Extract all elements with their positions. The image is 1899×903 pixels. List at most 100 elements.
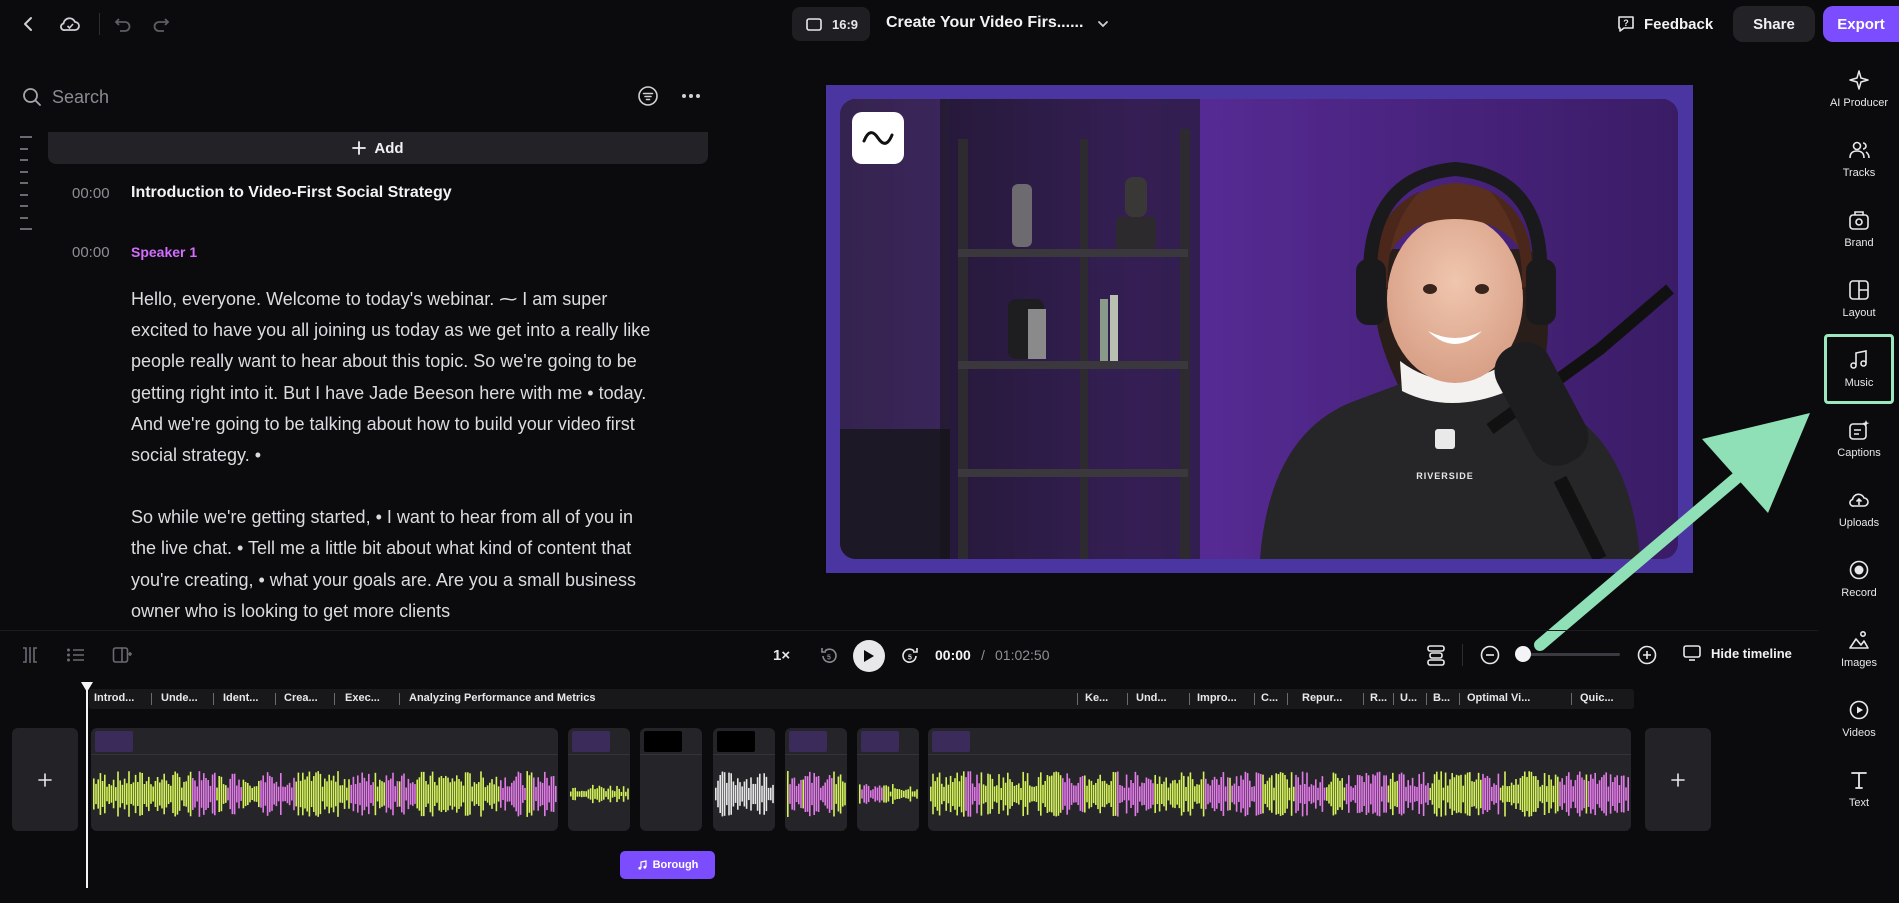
add-chapter-button[interactable]: Add: [48, 132, 708, 164]
aspect-ratio-button[interactable]: 16:9: [792, 7, 870, 41]
zoom-slider-handle[interactable]: [1515, 646, 1531, 662]
image-icon: [1849, 630, 1869, 649]
search-input[interactable]: [52, 86, 612, 108]
music-note-icon: [637, 859, 647, 870]
hide-timeline-label: Hide timeline: [1711, 645, 1792, 661]
clip-thumbnail: [717, 731, 755, 752]
transcript-paragraph[interactable]: So while we're getting started, • I want…: [131, 502, 651, 627]
undo-icon[interactable]: [107, 8, 139, 40]
playhead-handle-icon[interactable]: [81, 682, 93, 692]
chevron-down-icon[interactable]: [1093, 14, 1113, 34]
chapter-marker[interactable]: Optimal Vi...: [1467, 692, 1530, 704]
chapter-marker[interactable]: Exec...: [345, 692, 380, 704]
export-button[interactable]: Export: [1823, 6, 1899, 42]
speaker-timestamp[interactable]: 00:00: [72, 244, 110, 261]
rail-item-record[interactable]: Record: [1826, 548, 1892, 610]
rail-item-images[interactable]: Images: [1826, 618, 1892, 680]
rail-label: Music: [1844, 377, 1874, 389]
rail-item-layout[interactable]: Layout: [1826, 268, 1892, 330]
music-clip-label: Borough: [652, 859, 699, 871]
zoom-in-icon[interactable]: [1631, 639, 1663, 671]
chapter-marker[interactable]: B...: [1433, 692, 1450, 704]
toolbar-divider: [99, 13, 100, 35]
record-icon: [1849, 560, 1869, 580]
chapter-marker[interactable]: Analyzing Performance and Metrics: [409, 692, 595, 704]
chapter-marker[interactable]: Und...: [1136, 692, 1167, 704]
share-button[interactable]: Share: [1733, 6, 1815, 42]
chapter-marker[interactable]: U...: [1400, 692, 1417, 704]
chapter-marker[interactable]: C...: [1261, 692, 1278, 704]
plus-icon: [38, 772, 52, 787]
transcript-text[interactable]: Hello, everyone. Welcome to today's webi…: [131, 284, 651, 658]
rail-label: Record: [1841, 587, 1877, 599]
music-clip[interactable]: Borough: [620, 851, 715, 879]
rail-item-captions[interactable]: Captions: [1826, 408, 1892, 470]
rail-item-ai-producer[interactable]: AI Producer: [1826, 58, 1892, 120]
split-icon[interactable]: [14, 639, 46, 671]
zoom-out-icon[interactable]: [1474, 639, 1506, 671]
speaker-label[interactable]: Speaker 1: [131, 244, 197, 260]
timeline-clip[interactable]: [928, 728, 1631, 831]
add-label: Add: [374, 139, 404, 157]
rail-item-videos[interactable]: Videos: [1826, 688, 1892, 750]
add-clip-after-button[interactable]: [1645, 728, 1711, 831]
audio-waveform: [93, 771, 557, 817]
rail-item-music[interactable]: Music: [1824, 334, 1894, 404]
chapter-marker[interactable]: Impro...: [1197, 692, 1237, 704]
chapter-outline-ticks[interactable]: [20, 136, 34, 246]
cloud-sync-icon[interactable]: [54, 8, 86, 40]
timeline-clip[interactable]: [91, 728, 558, 831]
more-options-icon[interactable]: [678, 84, 704, 108]
playback-speed-button[interactable]: 1×: [773, 647, 790, 664]
chapter-marker[interactable]: Ke...: [1085, 692, 1108, 704]
chapter-marker[interactable]: Crea...: [284, 692, 318, 704]
rail-label: Text: [1848, 797, 1870, 809]
forward-5-icon[interactable]: 5: [894, 640, 926, 672]
chapter-marker[interactable]: Quic...: [1580, 692, 1614, 704]
play-button[interactable]: [853, 640, 885, 672]
add-layer-icon[interactable]: [106, 639, 138, 671]
rail-label: Captions: [1837, 447, 1881, 459]
rewind-5-icon[interactable]: 5: [813, 640, 845, 672]
chapter-marker[interactable]: R...: [1370, 692, 1387, 704]
chapter-markers-bar: Introd... Unde... Ident... Crea... Exec.…: [89, 689, 1634, 709]
filter-icon[interactable]: [636, 84, 660, 108]
chapter-title[interactable]: Introduction to Video-First Social Strat…: [131, 184, 452, 202]
timeline-clip[interactable]: [568, 728, 630, 831]
rail-label: Videos: [1842, 727, 1876, 739]
chapter-marker[interactable]: Unde...: [161, 692, 198, 704]
clip-thumbnail: [572, 731, 610, 752]
feedback-button[interactable]: ? Feedback: [1616, 11, 1713, 37]
timeline-clip[interactable]: [857, 728, 919, 831]
captions-style-icon[interactable]: [1420, 639, 1452, 671]
chapter-timestamp[interactable]: 00:00: [72, 185, 110, 202]
captions-icon: [1849, 420, 1870, 440]
chapter-marker[interactable]: Introd...: [94, 692, 134, 704]
chapter-marker[interactable]: Ident...: [223, 692, 258, 704]
rail-label: Uploads: [1838, 517, 1880, 529]
rail-item-brand[interactable]: Brand: [1826, 198, 1892, 260]
timeline-clip[interactable]: [785, 728, 847, 831]
playhead[interactable]: [86, 683, 88, 888]
play-icon: [864, 650, 874, 662]
project-title[interactable]: Create Your Video Firs......: [886, 14, 1083, 32]
brand-kit-icon: [1849, 211, 1869, 230]
zoom-slider-track[interactable]: [1524, 653, 1620, 656]
monitor-icon: [1683, 645, 1701, 661]
chapter-marker[interactable]: Repur...: [1302, 692, 1342, 704]
transcript-paragraph[interactable]: Hello, everyone. Welcome to today's webi…: [131, 284, 651, 471]
back-icon[interactable]: [13, 8, 45, 40]
wave-logo-icon: [862, 131, 894, 145]
redo-icon[interactable]: [145, 8, 177, 40]
hide-timeline-button[interactable]: Hide timeline: [1683, 645, 1792, 661]
rail-item-uploads[interactable]: Uploads: [1826, 478, 1892, 540]
upload-cloud-icon: [1849, 493, 1869, 507]
rail-item-tracks[interactable]: Tracks: [1826, 128, 1892, 190]
add-clip-before-button[interactable]: [12, 728, 78, 831]
timeline-clip[interactable]: [713, 728, 775, 831]
list-icon[interactable]: [60, 639, 92, 671]
clip-thumbnail: [95, 731, 133, 752]
timeline-clip[interactable]: [640, 728, 702, 831]
rail-item-text[interactable]: Text: [1826, 758, 1892, 820]
svg-text:?: ?: [1623, 18, 1629, 28]
